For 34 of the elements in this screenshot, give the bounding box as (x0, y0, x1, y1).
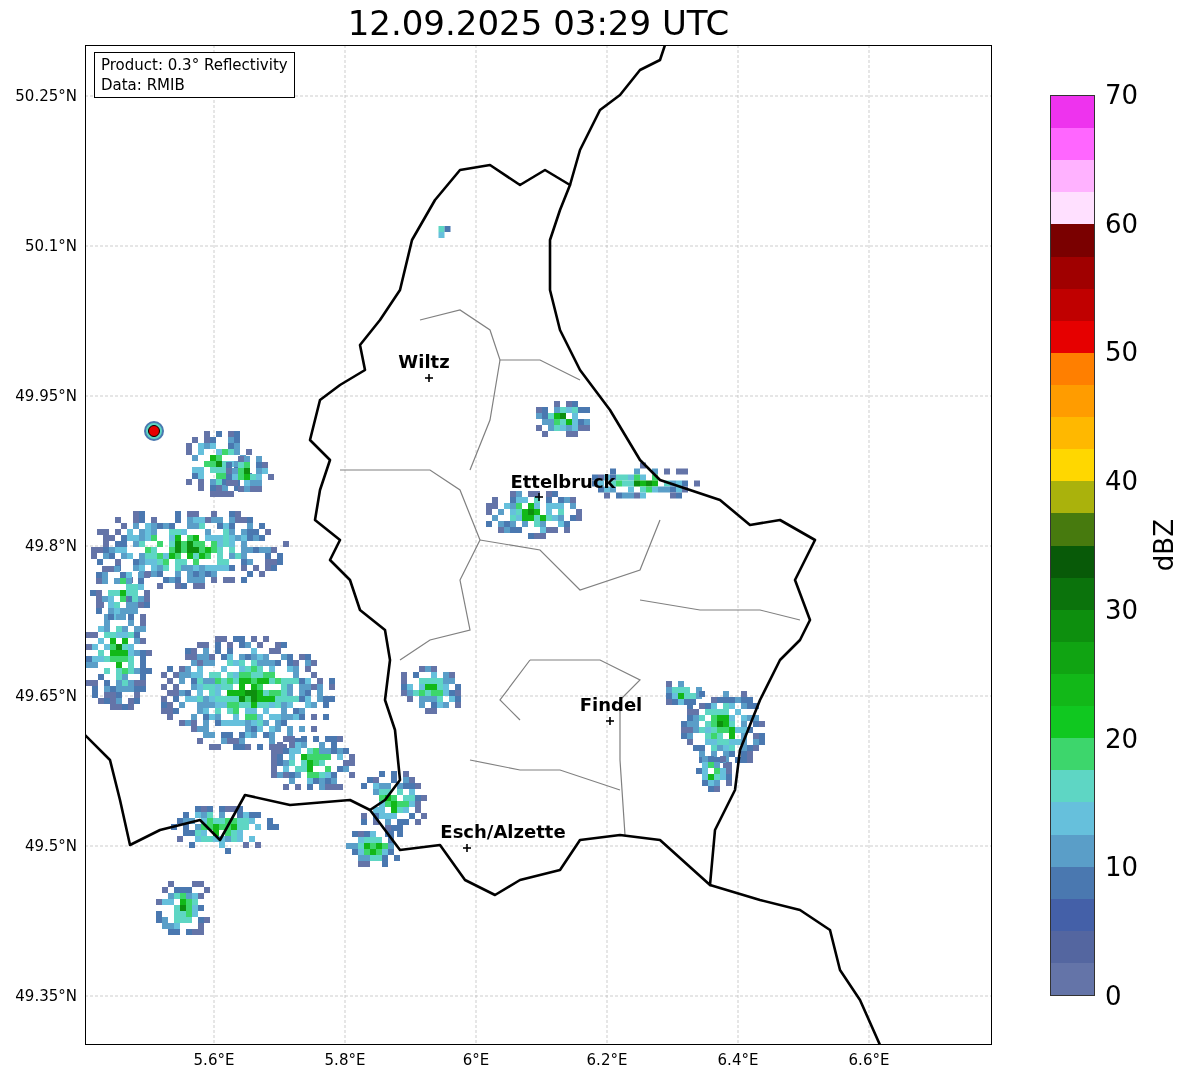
colorbar-tick-label: 70 (1105, 80, 1139, 110)
longitude-label: 6.6°E (848, 1051, 890, 1069)
city-marker-icon (605, 716, 615, 726)
city-marker-icon (424, 373, 434, 383)
colorbar-label: dBZ (1149, 519, 1179, 572)
latitude-label: 49.65°N (15, 687, 77, 705)
info-text: Data: RMIB (101, 75, 186, 95)
colorbar-tick-label: 30 (1105, 594, 1139, 625)
longitude-label: 5.6°E (193, 1051, 235, 1069)
longitude-label: 6.4°E (717, 1051, 759, 1069)
city-label: Esch/Alzette (440, 821, 566, 842)
latitude-label: 49.95°N (15, 387, 77, 405)
chart-title: 12.09.2025 03:29 UTC (347, 2, 730, 43)
city-label: Wiltz (398, 351, 450, 372)
latitude-label: 49.8°N (24, 537, 77, 555)
longitude-label: 6°E (462, 1051, 490, 1069)
latitude-label: 49.35°N (15, 987, 77, 1005)
latitude-label: 50.1°N (24, 237, 77, 255)
city-label: Findel (579, 694, 643, 715)
info-text: Product: 0.3° Reflectivity (101, 55, 288, 75)
colorbar-tick-label: 20 (1105, 723, 1139, 754)
colorbar-tick-label: 60 (1105, 208, 1139, 239)
longitude-label: 6.2°E (586, 1051, 628, 1069)
colorbar-tick-label: 50 (1105, 337, 1139, 368)
city-marker-icon (534, 492, 544, 502)
latitude-label: 50.25°N (15, 87, 77, 105)
longitude-label: 5.8°E (324, 1051, 366, 1069)
city-marker-icon (462, 843, 472, 853)
latitude-label: 49.5°N (24, 837, 77, 855)
colorbar-tick-label: 10 (1105, 852, 1139, 883)
radar-site-icon (144, 421, 164, 441)
city-label: Ettelbruck (510, 471, 616, 492)
colorbar-tick-label: 0 (1105, 981, 1122, 1011)
colorbar-tick-label: 40 (1105, 466, 1139, 497)
